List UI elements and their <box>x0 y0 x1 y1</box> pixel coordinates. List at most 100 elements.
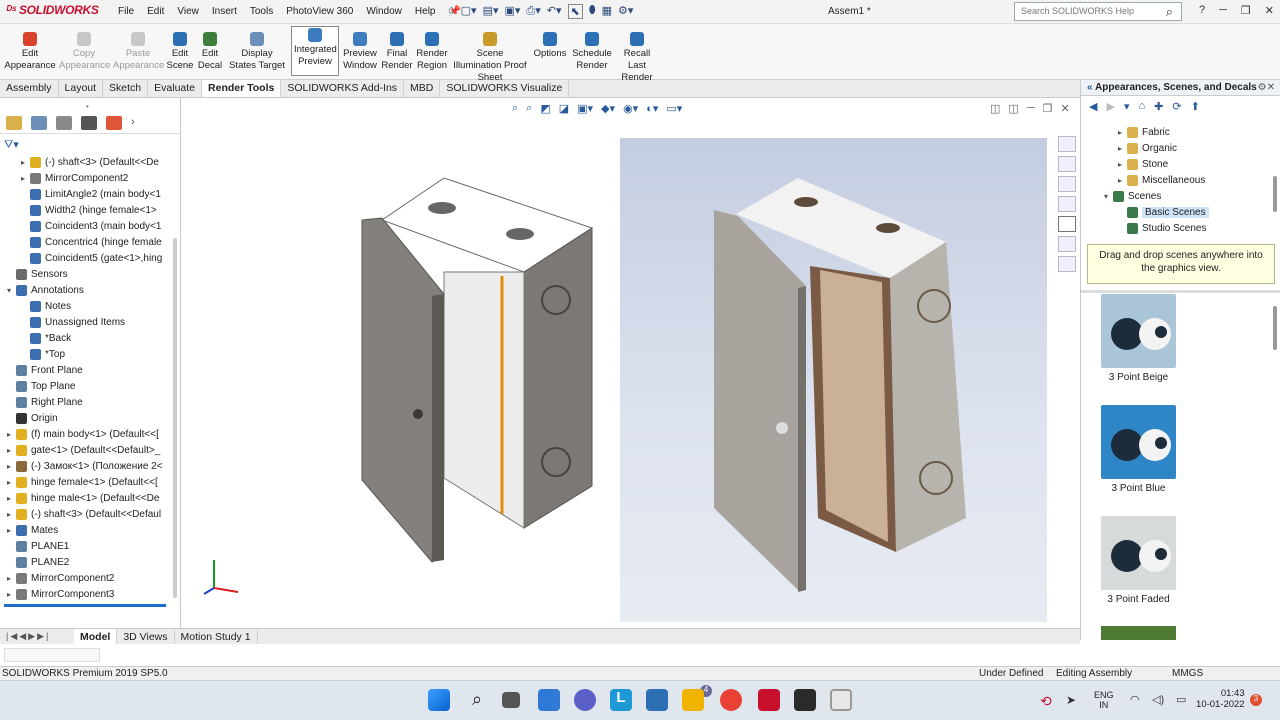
back-icon[interactable]: ◀ <box>1089 100 1097 113</box>
custom-properties-tab-icon[interactable] <box>1058 236 1076 252</box>
help-search-input[interactable]: Search SOLIDWORKS Help ⌕ <box>1014 2 1182 21</box>
split-view-icon[interactable]: ◫ <box>990 102 1000 115</box>
wifi-icon[interactable]: ◠ <box>1130 693 1140 706</box>
expand-arrow-icon[interactable]: ▾ <box>2 286 16 295</box>
expand-arrow-icon[interactable]: ▸ <box>1113 176 1127 185</box>
resources-tab-icon[interactable] <box>1058 136 1076 152</box>
tile-view-icon[interactable]: ◫ <box>1008 102 1018 115</box>
app-taskbar-icon[interactable] <box>794 689 816 711</box>
units-selector[interactable]: MMGS <box>1172 668 1203 679</box>
display-states-target-button[interactable]: Display States Target <box>227 32 287 72</box>
render-region-button[interactable]: Render Region <box>416 32 448 72</box>
new-icon[interactable]: ▢▾ <box>461 4 477 19</box>
thumbnail-scrollbar[interactable] <box>1273 306 1277 350</box>
expand-arrow-icon[interactable]: ▸ <box>1113 144 1127 153</box>
library-item[interactable]: ▸ Stone <box>1099 156 1209 172</box>
tree-item[interactable]: ▸ gate<1> (Default<<Default>_ <box>0 442 172 458</box>
forward-icon[interactable]: ▶ <box>1106 100 1114 113</box>
tab-assembly[interactable]: Assembly <box>0 80 59 97</box>
menu-insert[interactable]: Insert <box>212 6 237 17</box>
library-item[interactable]: ▸ Fabric <box>1099 124 1209 140</box>
expand-arrow-icon[interactable]: ▸ <box>1113 128 1127 137</box>
section-view-icon[interactable]: ◪ <box>559 102 569 115</box>
view-settings-icon[interactable]: ▭▾ <box>666 102 682 115</box>
tree-item[interactable]: ▸ hinge male<1> (Default<<De <box>0 490 172 506</box>
collapse-pane-icon[interactable]: « <box>1087 82 1093 93</box>
expand-arrow-icon[interactable]: ▸ <box>2 446 16 455</box>
minimize-icon[interactable]: ─ <box>1219 4 1227 17</box>
options-button[interactable]: Options <box>532 32 568 60</box>
refresh-tray-icon[interactable]: ⟲ <box>1040 693 1052 710</box>
previous-view-icon[interactable]: ◩ <box>540 102 550 115</box>
rebuild-icon[interactable]: ⬮ <box>589 4 596 19</box>
tab-evaluate[interactable]: Evaluate <box>148 80 203 97</box>
search-icon[interactable]: ⌕ <box>1166 4 1173 20</box>
undo-icon[interactable]: ↶▾ <box>547 4 562 19</box>
expand-arrow-icon[interactable]: ▸ <box>2 478 16 487</box>
bottom-tab-3d-views[interactable]: 3D Views <box>117 629 175 644</box>
task-view-icon[interactable] <box>502 692 520 708</box>
tab-layout[interactable]: Layout <box>59 80 104 97</box>
restore-icon[interactable]: ❐ <box>1241 4 1251 17</box>
view-palette-tab-icon[interactable] <box>1058 196 1076 212</box>
tree-item[interactable]: Unassigned Items <box>0 314 172 330</box>
home-library-icon[interactable]: ⌂ <box>1138 100 1145 113</box>
recall-last-render-button[interactable]: Recall Last Render <box>614 32 660 84</box>
tree-item[interactable]: Notes <box>0 298 172 314</box>
tree-item[interactable]: ▸ MirrorComponent2 <box>0 170 172 186</box>
hide-show-icon[interactable]: ◉▾ <box>623 102 638 115</box>
solidworks-forum-tab-icon[interactable] <box>1058 256 1076 272</box>
solidworks-logo[interactable]: ᴰˢ SOLIDWORKS <box>6 3 99 17</box>
scene-thumbnail-partial[interactable] <box>1101 626 1176 640</box>
viewport-close-icon[interactable]: ✕ <box>1060 102 1069 115</box>
tree-item[interactable]: ▸ hinge female<1> (Default<<[ <box>0 474 172 490</box>
chat-icon[interactable] <box>574 689 596 711</box>
up-folder-icon[interactable]: ⬆ <box>1191 100 1200 113</box>
send-tray-icon[interactable]: ➤ <box>1066 693 1076 707</box>
tab-mbd[interactable]: MBD <box>404 80 441 97</box>
library-item[interactable]: ▾ Scenes <box>1099 188 1209 204</box>
edit-decal-button[interactable]: Edit Decal <box>197 32 223 72</box>
render-preview[interactable] <box>620 138 1047 622</box>
dropdown-icon[interactable]: ▾ <box>1124 100 1130 113</box>
tree-item[interactable]: Origin <box>0 410 172 426</box>
calculator-icon[interactable] <box>646 689 668 711</box>
tree-item[interactable]: Top Plane <box>0 378 172 394</box>
rollback-bar[interactable] <box>4 604 166 607</box>
close-icon[interactable]: ✕ <box>1265 4 1274 17</box>
menu-tools[interactable]: Tools <box>250 6 273 17</box>
menu-file[interactable]: File <box>118 6 134 17</box>
library-item[interactable]: ▸ Miscellaneous <box>1099 172 1209 188</box>
print-icon[interactable]: ⎙▾ <box>526 4 540 19</box>
file-properties-icon[interactable]: ▦ <box>602 4 612 19</box>
filter-icon[interactable]: ⛛▾ <box>4 138 19 152</box>
design-library-tab-icon[interactable] <box>1058 156 1076 172</box>
display-manager-tab-icon[interactable] <box>106 116 122 130</box>
shaded-cabinet-model[interactable] <box>352 168 602 568</box>
open-icon[interactable]: ▤▾ <box>483 4 499 19</box>
clock[interactable]: 01:43 10-01-2022 <box>1196 688 1245 710</box>
tree-item[interactable]: ▸ MirrorComponent2 <box>0 570 172 586</box>
library-item[interactable]: Basic Scenes <box>1099 204 1209 220</box>
bottom-tab-model[interactable]: Model <box>74 629 118 644</box>
library-scrollbar[interactable] <box>1273 176 1277 212</box>
feature-manager-tab-icon[interactable] <box>6 116 22 130</box>
menu-view[interactable]: View <box>177 6 199 17</box>
bottom-tab-motion-study-1[interactable]: Motion Study 1 <box>175 629 258 644</box>
tab-solidworks-visualize[interactable]: SOLIDWORKS Visualize <box>440 80 570 97</box>
paste-appearance-button[interactable]: Paste Appearance <box>113 32 164 72</box>
graphics-area[interactable]: ⌕ ⌕ ◩ ◪ ▣▾ ◆▾ ◉▾ ◐▾ ▭▾ ◫ ◫ ─ ❐ ✕ <box>182 98 1078 628</box>
library-item[interactable]: Studio Scenes <box>1099 220 1209 236</box>
tree-item[interactable]: ▸ (-) Замок<1> (Положение 2< <box>0 458 172 474</box>
pane-options-icon[interactable]: ⚙✕ <box>1258 82 1275 93</box>
options-gear-icon[interactable]: ⚙▾ <box>618 4 633 19</box>
property-manager-tab-icon[interactable] <box>31 116 47 130</box>
tree-item[interactable]: Sensors <box>0 266 172 282</box>
configuration-manager-tab-icon[interactable] <box>56 116 72 130</box>
integrated-preview-button[interactable]: Integrated Preview <box>291 26 339 76</box>
display-style-icon[interactable]: ◆▾ <box>601 102 615 115</box>
expand-arrow-icon[interactable]: ▸ <box>2 494 16 503</box>
appearances-tab-icon[interactable] <box>1058 216 1076 232</box>
schedule-render-button[interactable]: Schedule Render <box>572 32 612 72</box>
expand-arrow-icon[interactable]: ▸ <box>1113 160 1127 169</box>
